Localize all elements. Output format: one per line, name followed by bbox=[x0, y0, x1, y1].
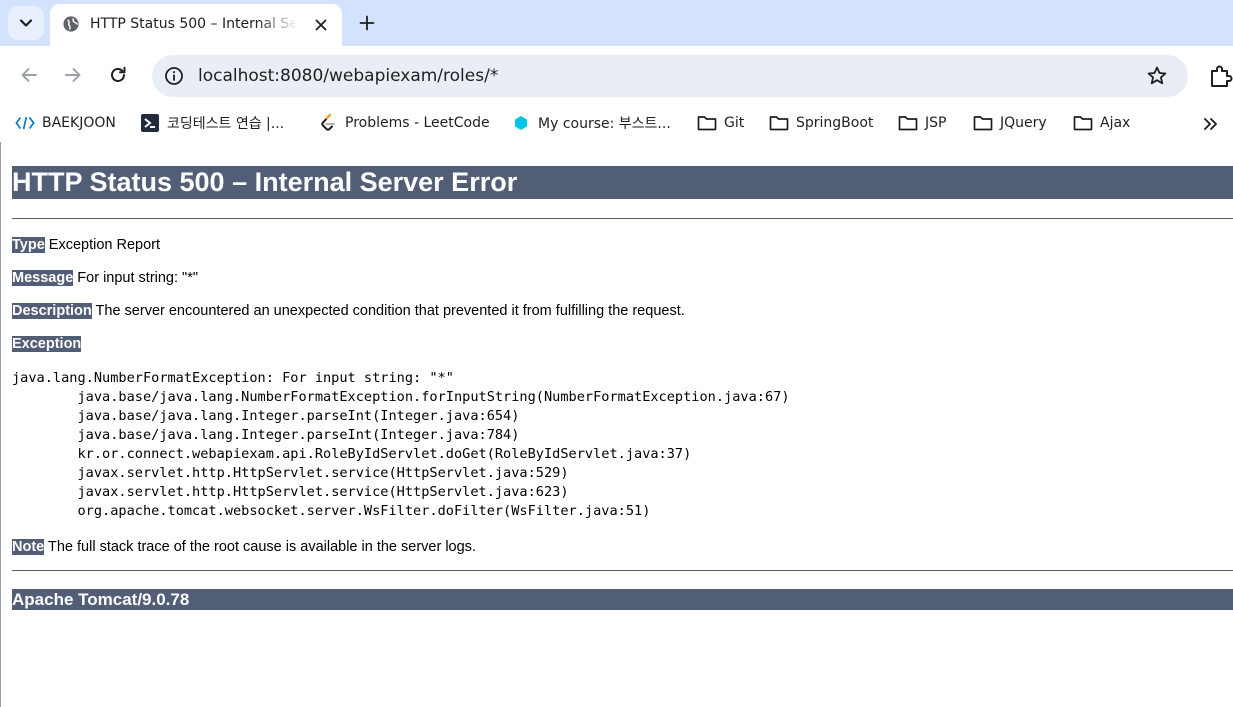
bookmark-folder-ajax[interactable]: Ajax bbox=[1073, 112, 1130, 134]
bookmark-label: SpringBoot bbox=[796, 115, 874, 131]
arrow-right-icon bbox=[65, 68, 81, 82]
folder-icon bbox=[697, 113, 717, 133]
address-bar[interactable]: localhost:8080/webapiexam/roles/* bbox=[152, 55, 1188, 97]
error-heading: HTTP Status 500 – Internal Server Error bbox=[12, 166, 1233, 199]
browser-toolbar: localhost:8080/webapiexam/roles/* bbox=[0, 46, 1233, 104]
reload-button[interactable] bbox=[106, 63, 130, 87]
close-icon bbox=[315, 19, 327, 31]
boostcourse-icon bbox=[511, 113, 531, 133]
double-chevron-right-icon[interactable] bbox=[1200, 113, 1222, 135]
bookmark-label: Git bbox=[724, 115, 745, 131]
type-value: Exception Report bbox=[44, 237, 161, 253]
bookmark-label: My course: 부스트... bbox=[538, 116, 671, 132]
bookmark-folder-jquery[interactable]: JQuery bbox=[973, 112, 1047, 134]
folder-icon bbox=[769, 113, 789, 133]
folder-icon bbox=[898, 113, 918, 133]
exception-row: Exception bbox=[12, 335, 82, 353]
description-value: The server encountered an unexpected con… bbox=[91, 303, 685, 319]
note-label: Note bbox=[12, 539, 45, 555]
divider bbox=[12, 570, 1233, 571]
forward-button[interactable] bbox=[61, 63, 85, 87]
tab-title: HTTP Status 500 – Internal Server Error bbox=[90, 16, 298, 32]
tab-close-button[interactable] bbox=[310, 14, 332, 36]
bookmark-folder-jsp[interactable]: JSP bbox=[898, 112, 946, 134]
divider bbox=[12, 218, 1233, 219]
message-label: Message bbox=[12, 270, 74, 286]
code-bracket-icon bbox=[15, 113, 35, 133]
bookmark-leetcode[interactable]: Problems - LeetCode bbox=[318, 112, 490, 134]
leetcode-icon bbox=[318, 113, 338, 133]
bookmark-label: JSP bbox=[925, 115, 947, 131]
bookmarks-bar: BAEKJOON 코딩테스트 연습 |... Problems - LeetCo… bbox=[0, 104, 1233, 142]
exception-label: Exception bbox=[12, 336, 82, 352]
bookmark-folder-git[interactable]: Git bbox=[697, 112, 744, 134]
type-label: Type bbox=[12, 237, 45, 253]
bookmark-programmers[interactable]: 코딩테스트 연습 |... bbox=[140, 112, 284, 134]
description-label: Description bbox=[12, 303, 92, 319]
reload-icon bbox=[111, 66, 126, 82]
arrow-left-icon bbox=[21, 68, 37, 82]
page-content: HTTP Status 500 – Internal Server Error … bbox=[0, 142, 1233, 707]
programmers-icon bbox=[140, 113, 160, 133]
bookmark-folder-springboot[interactable]: SpringBoot bbox=[769, 112, 873, 134]
server-footer: Apache Tomcat/9.0.78 bbox=[12, 589, 1233, 610]
bookmark-boostcourse[interactable]: My course: 부스트... bbox=[511, 112, 671, 134]
message-row: Message For input string: "*" bbox=[12, 269, 198, 287]
bookmark-star-icon[interactable] bbox=[1146, 65, 1168, 87]
globe-icon bbox=[63, 16, 79, 32]
folder-icon bbox=[973, 113, 993, 133]
bookmark-label: 코딩테스트 연습 |... bbox=[167, 116, 285, 132]
active-tab[interactable]: HTTP Status 500 – Internal Server Error bbox=[50, 4, 342, 46]
note-value: The full stack trace of the root cause i… bbox=[44, 539, 476, 555]
bookmark-label: JQuery bbox=[1000, 115, 1047, 131]
message-value: For input string: "*" bbox=[73, 270, 198, 286]
site-info-icon[interactable] bbox=[164, 66, 184, 86]
chevron-down-icon bbox=[19, 19, 33, 27]
bookmark-label: Ajax bbox=[1100, 115, 1131, 131]
new-tab-button[interactable] bbox=[354, 10, 380, 36]
folder-icon bbox=[1073, 113, 1093, 133]
bookmark-baekjoon[interactable]: BAEKJOON bbox=[15, 112, 116, 134]
extensions-icon[interactable] bbox=[1208, 63, 1233, 89]
tab-search-button[interactable] bbox=[8, 6, 44, 40]
back-button[interactable] bbox=[17, 63, 41, 87]
bookmark-label: BAEKJOON bbox=[42, 115, 116, 131]
url-text[interactable]: localhost:8080/webapiexam/roles/* bbox=[198, 66, 498, 86]
plus-icon bbox=[359, 15, 375, 31]
tab-strip: HTTP Status 500 – Internal Server Error bbox=[0, 0, 1233, 46]
bookmark-label: Problems - LeetCode bbox=[345, 115, 490, 131]
description-row: Description The server encountered an un… bbox=[12, 302, 685, 320]
stack-trace: java.lang.NumberFormatException: For inp… bbox=[12, 370, 790, 519]
type-row: Type Exception Report bbox=[12, 236, 160, 254]
note-row: Note The full stack trace of the root ca… bbox=[12, 538, 476, 556]
